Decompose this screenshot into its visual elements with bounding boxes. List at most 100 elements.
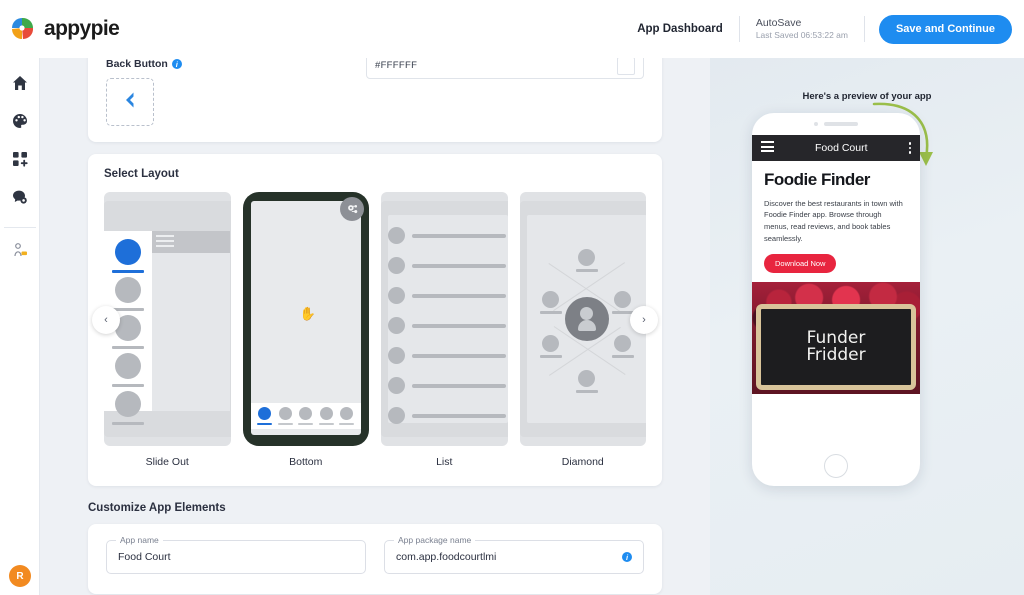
app-package-name-label: App package name [394, 535, 476, 545]
app-package-name-value: com.app.foodcourtlmi [396, 551, 497, 563]
sidebar-divider [3, 227, 36, 228]
app-name-value: Food Court [118, 551, 171, 563]
sidebar-item-messages[interactable] [6, 185, 34, 213]
diamond-node [611, 335, 634, 358]
drawer-item [112, 391, 144, 425]
list-item [388, 227, 506, 244]
select-layout-title: Select Layout [104, 168, 179, 180]
app-dashboard-link[interactable]: App Dashboard [621, 23, 739, 35]
back-button-preview[interactable] [106, 78, 154, 126]
top-bar: appypie App Dashboard AutoSave Last Save… [0, 0, 1024, 58]
bottom-nav-item [277, 407, 293, 425]
diamond-node [611, 291, 634, 314]
bottom-nav-item [257, 407, 273, 425]
info-icon[interactable]: i [622, 552, 632, 562]
hamburger-icon[interactable] [761, 141, 774, 155]
drawer-item [112, 239, 144, 273]
divider [863, 16, 865, 42]
user-key-icon [12, 242, 28, 263]
left-sidebar: R [0, 58, 40, 595]
sidebar-item-pages[interactable] [6, 147, 34, 175]
color-swatch-picker[interactable] [617, 58, 635, 75]
list-mock [381, 201, 508, 437]
bottom-nav-item [318, 407, 334, 425]
sidebar-item-account[interactable] [6, 238, 34, 266]
layout-card-diamond[interactable] [519, 192, 646, 446]
bottom-nav-bar [250, 403, 361, 429]
apps-add-icon [12, 151, 28, 172]
bottom-nav-item [339, 407, 355, 425]
layout-caption: Bottom [289, 456, 323, 468]
layout-option-bottom[interactable]: ✋ Bottom [242, 192, 369, 468]
diamond-node [575, 370, 598, 393]
layout-card-bottom[interactable]: ✋ [242, 192, 369, 446]
layout-caption: List [436, 456, 453, 468]
cursor-pointer-icon: ✋ [299, 306, 316, 322]
chevron-left-icon [119, 89, 141, 116]
app-name-field[interactable]: App name Food Court [106, 535, 366, 574]
drawer-item [112, 353, 144, 387]
sidebar-item-home[interactable] [6, 71, 34, 99]
phone-heading: Foodie Finder [764, 170, 870, 189]
list-item [388, 257, 506, 274]
phone-content: Foodie Finder Discover the best restaura… [752, 161, 920, 274]
brand-name: appypie [44, 17, 120, 40]
customize-form-panel: App name Food Court App package name com… [88, 524, 662, 594]
layout-next-button[interactable]: › [630, 306, 658, 334]
layout-card-slide-out[interactable] [104, 192, 231, 446]
list-item [388, 347, 506, 364]
color-hex-value: #FFFFFF [375, 60, 418, 71]
preview-title: Here's a preview of your app [802, 91, 932, 102]
customize-app-elements-title: Customize App Elements [88, 502, 226, 514]
layout-caption: Slide Out [145, 456, 189, 468]
diamond-mock [519, 201, 646, 437]
autosave-label: AutoSave [755, 17, 802, 30]
list-item [388, 287, 506, 304]
sidebar-item-design[interactable] [6, 109, 34, 137]
phone-appbar: Food Court [752, 135, 920, 161]
select-layout-panel: Select Layout ‹ › Slide Out ✋ Bottom Lis… [88, 154, 662, 486]
phone-preview: Food Court Foodie Finder Discover the be… [752, 113, 920, 486]
camera-dot-icon [814, 122, 818, 126]
diamond-center-avatar [564, 297, 609, 341]
appypie-logo-icon [9, 15, 37, 43]
drawer-item [112, 277, 144, 311]
diamond-node [539, 291, 562, 314]
save-and-continue-button[interactable]: Save and Continue [878, 14, 1012, 44]
list-item [388, 317, 506, 334]
layout-option-slide-out[interactable]: Slide Out [104, 192, 231, 468]
layout-options-row: Slide Out ✋ Bottom List Diamond [104, 192, 646, 468]
app-package-name-field[interactable]: App package name com.app.foodcourtlmi i [384, 535, 644, 574]
layout-card-list[interactable] [381, 192, 508, 446]
info-icon[interactable]: i [171, 59, 182, 69]
phone-appbar-title: Food Court [814, 142, 868, 154]
phone-paragraph: Discover the best restaurants in town wi… [764, 198, 903, 243]
layout-prev-button[interactable]: ‹ [92, 306, 120, 334]
main-content: Back Button i #FFFFFF Select Layout ‹ › [40, 58, 710, 595]
phone-speaker [752, 113, 920, 135]
list-item [388, 407, 506, 424]
chat-icon [12, 189, 28, 210]
download-now-button[interactable]: Download Now [764, 254, 837, 274]
gear-icon[interactable] [340, 197, 364, 221]
layout-option-list[interactable]: List [381, 192, 508, 468]
autosave-timestamp: Last Saved 06:53:22 am [755, 30, 848, 41]
diamond-node [539, 335, 562, 358]
back-button-color-input[interactable]: #FFFFFF [366, 58, 644, 79]
bottom-nav-item [298, 407, 314, 425]
home-icon [12, 75, 28, 96]
phone-hero-image: Funder Fridder [752, 282, 920, 395]
diamond-node [575, 249, 598, 272]
chalkboard-sign: Funder Fridder [756, 304, 916, 391]
autosave-status: AutoSave Last Saved 06:53:22 am [740, 17, 864, 41]
user-avatar[interactable]: R [9, 565, 31, 587]
app-root: appypie App Dashboard AutoSave Last Save… [0, 0, 1024, 595]
list-item [388, 377, 506, 394]
speaker-grill [824, 122, 858, 126]
brand-logo[interactable]: appypie [0, 15, 120, 43]
phone-home-button[interactable] [824, 454, 848, 478]
slide-out-mock [104, 201, 231, 437]
layout-option-diamond[interactable]: Diamond [519, 192, 646, 468]
chalk-line-2: Fridder [806, 344, 866, 365]
kebab-menu-icon[interactable] [908, 142, 911, 154]
